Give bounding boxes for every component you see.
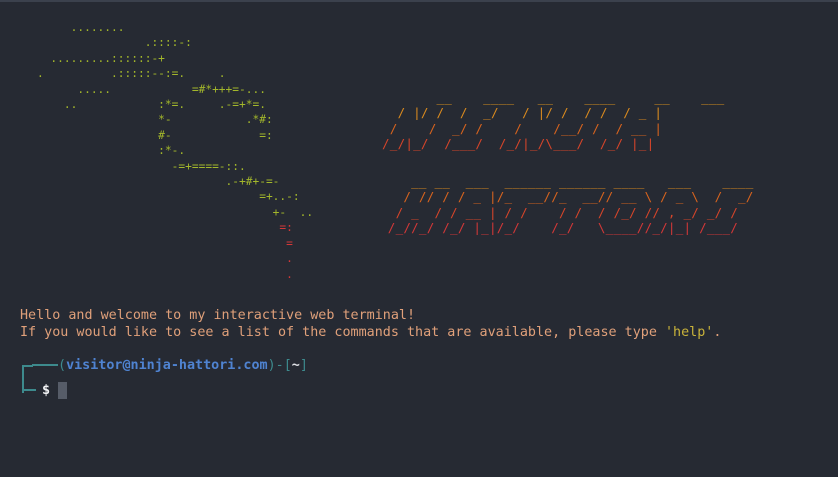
ascii-logo-line: +- .. <box>10 205 314 219</box>
prompt-user-host: visitor@ninja-hattori.com <box>66 357 268 373</box>
terminal-window[interactable]: ........ .::::-: .........::::::-+ . .::… <box>0 0 838 477</box>
prompt-input-row[interactable]: $ <box>22 378 308 402</box>
ninja-art-line: __ ____ __ ____ __ ___ <box>382 90 725 105</box>
welcome-line-2-text: If you would like to see a list of the c… <box>20 325 665 340</box>
hattori-art-line: / // / / _ |/_ __//_ __// __ \ / _ \ / _… <box>380 189 754 205</box>
hattori-art-line: /_//_/ /_/ |_|/_/ /_/ \____//_/|_| /___/ <box>380 220 738 236</box>
ascii-logo-line: ..... =#*+++=-... <box>10 82 266 96</box>
hattori-ascii-title: __ __ ___ ______ ______ ____ ___ ____ / … <box>380 174 754 236</box>
ascii-logo: ........ .::::-: .........::::::-+ . .::… <box>10 20 313 282</box>
prompt-symbol: $ <box>42 382 51 398</box>
ascii-logo-line: =: <box>10 221 293 235</box>
ascii-logo-line: =+..-: <box>10 190 300 204</box>
command-prompt: (visitor@ninja-hattori.com) -[~] $ <box>22 356 308 402</box>
ascii-logo-line: .........::::::-+ <box>10 51 165 65</box>
prompt-cwd: ~ <box>291 357 300 373</box>
ninja-art-line: / |/ / / _/ / |/ / / / / _ | <box>382 105 663 121</box>
ascii-logo-line: :*-. <box>10 144 186 158</box>
ascii-logo-line: . <box>10 252 293 266</box>
prompt-open-paren: ( <box>58 357 67 373</box>
ninja-art-line: /_/|_/ /___/ /_/|_/\___/ /_/ |_| <box>382 136 655 152</box>
ascii-logo-line: .. :*=. .-=+*=. <box>10 98 266 112</box>
ascii-logo-line: .-+#+-=- <box>10 175 280 189</box>
prompt-separator: -[ <box>275 357 292 373</box>
prompt-end-bracket: ] <box>299 357 308 373</box>
ninja-art-line: / / _/ / / /__/ / / __ | <box>382 120 663 136</box>
prompt-header: (visitor@ninja-hattori.com) -[~] <box>22 356 308 374</box>
ascii-logo-line: = <box>10 236 293 250</box>
ascii-logo-line: #- =: <box>10 128 273 142</box>
ascii-logo-line: *- .*#: <box>10 113 273 127</box>
welcome-line-2-end: . <box>713 325 722 340</box>
help-command-hint: 'help' <box>664 325 714 340</box>
welcome-message: Hello and welcome to my interactive web … <box>20 307 721 341</box>
prompt-dash <box>32 364 58 366</box>
ascii-logo-line: -=+====-::. <box>10 159 246 173</box>
prompt-hook <box>22 389 36 391</box>
ascii-logo-line: . .:::::--:=. . <box>10 67 226 81</box>
prompt-connector-line <box>22 365 24 393</box>
welcome-line-1: Hello and welcome to my interactive web … <box>20 308 416 323</box>
prompt-close-paren: ) <box>267 357 276 373</box>
ascii-logo-line: ........ <box>10 21 125 34</box>
ascii-logo-line: . <box>10 267 293 281</box>
ascii-logo-line: .::::-: <box>10 36 192 50</box>
ninja-ascii-title: __ ____ __ ____ __ ___ / |/ / / _/ / |/ … <box>382 90 724 152</box>
welcome-line-2: If you would like to see a list of the c… <box>20 324 721 341</box>
terminal-cursor[interactable] <box>58 381 68 399</box>
hattori-art-line: __ __ ___ ______ ______ ____ ___ ____ <box>380 174 754 189</box>
hattori-art-line: / _ / / __ | / / / / / /_/ // , _/ _/ / <box>380 204 738 220</box>
